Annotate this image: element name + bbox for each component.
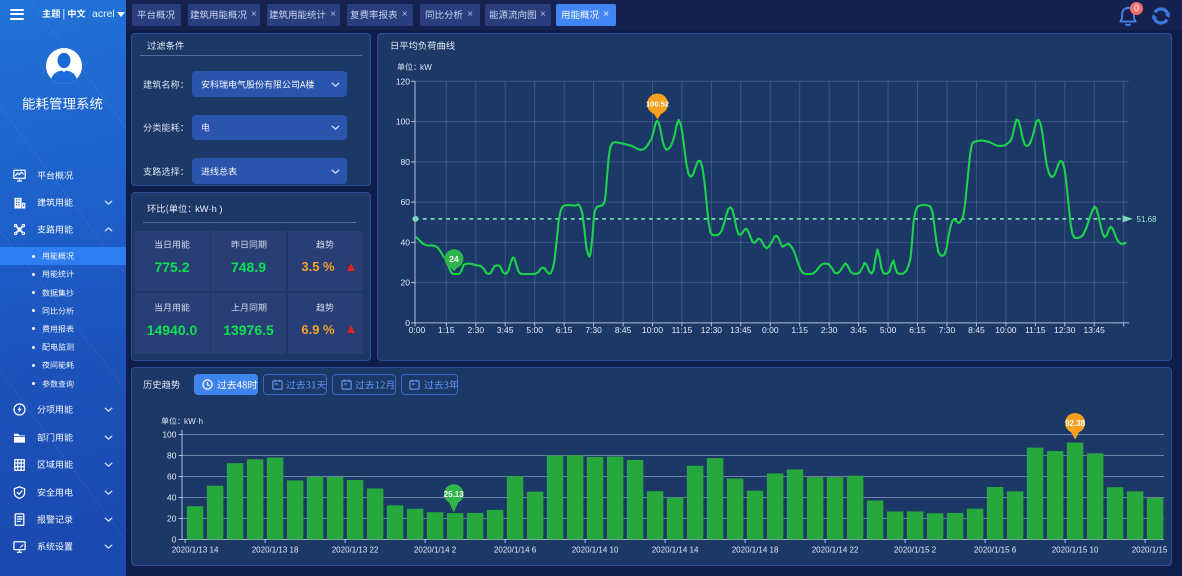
svg-text:2020/1/15 2: 2020/1/15 2 xyxy=(893,546,936,555)
svg-text:5:00: 5:00 xyxy=(526,325,543,335)
svg-text:2020/1/14 10: 2020/1/14 10 xyxy=(571,546,618,555)
svg-text:2020/1/15: 2020/1/15 xyxy=(1131,546,1167,555)
svg-text:20: 20 xyxy=(167,514,177,524)
svg-text:100: 100 xyxy=(162,430,176,440)
svg-text:2020/1/13 22: 2020/1/13 22 xyxy=(331,546,378,555)
svg-text:120: 120 xyxy=(395,76,409,86)
svg-text:100: 100 xyxy=(395,117,409,127)
svg-text:0:00: 0:00 xyxy=(408,325,425,335)
svg-text:2020/1/14 2: 2020/1/14 2 xyxy=(413,546,456,555)
svg-text:2020/1/15 10: 2020/1/15 10 xyxy=(1051,546,1098,555)
svg-text:10:00: 10:00 xyxy=(641,325,663,335)
svg-text:24: 24 xyxy=(449,254,459,264)
svg-text:13:45: 13:45 xyxy=(1083,325,1105,335)
svg-text:0: 0 xyxy=(171,535,176,545)
svg-text:25.13: 25.13 xyxy=(443,490,464,499)
svg-text:1:15: 1:15 xyxy=(438,325,455,335)
svg-text:80: 80 xyxy=(167,451,177,461)
svg-text:8:45: 8:45 xyxy=(614,325,631,335)
svg-text:12:30: 12:30 xyxy=(700,325,722,335)
svg-text:0:00: 0:00 xyxy=(762,325,779,335)
svg-text:6:15: 6:15 xyxy=(555,325,572,335)
svg-text:13:45: 13:45 xyxy=(730,325,752,335)
svg-text:12:30: 12:30 xyxy=(1054,325,1076,335)
svg-text:2:30: 2:30 xyxy=(467,325,484,335)
svg-text:2:30: 2:30 xyxy=(820,325,837,335)
svg-text:80: 80 xyxy=(400,157,410,167)
svg-text:6:15: 6:15 xyxy=(909,325,926,335)
svg-text:5:00: 5:00 xyxy=(879,325,896,335)
svg-text:2020/1/13 14: 2020/1/13 14 xyxy=(171,546,218,555)
svg-text:2020/1/14 18: 2020/1/14 18 xyxy=(731,546,778,555)
svg-text:2020/1/14 14: 2020/1/14 14 xyxy=(651,546,698,555)
svg-text:92.38: 92.38 xyxy=(1065,419,1086,428)
svg-text:2020/1/14 6: 2020/1/14 6 xyxy=(493,546,536,555)
svg-text:8:45: 8:45 xyxy=(968,325,985,335)
svg-text:3:45: 3:45 xyxy=(496,325,513,335)
svg-text:3:45: 3:45 xyxy=(850,325,867,335)
svg-text:20: 20 xyxy=(400,278,410,288)
svg-text:2020/1/13 18: 2020/1/13 18 xyxy=(251,546,298,555)
svg-text:7:30: 7:30 xyxy=(585,325,602,335)
svg-text:40: 40 xyxy=(167,493,177,503)
svg-text:40: 40 xyxy=(400,237,410,247)
svg-text:2020/1/15 6: 2020/1/15 6 xyxy=(973,546,1016,555)
svg-text:60: 60 xyxy=(400,197,410,207)
svg-text:7:30: 7:30 xyxy=(938,325,955,335)
svg-text:11:15: 11:15 xyxy=(1024,325,1045,335)
svg-text:60: 60 xyxy=(167,472,177,482)
svg-text:10:00: 10:00 xyxy=(995,325,1017,335)
svg-text:2020/1/14 22: 2020/1/14 22 xyxy=(811,546,858,555)
svg-text:100.52: 100.52 xyxy=(646,100,669,109)
svg-text:1:15: 1:15 xyxy=(791,325,808,335)
svg-text:11:15: 11:15 xyxy=(671,325,692,335)
svg-text:51.68: 51.68 xyxy=(1136,215,1157,224)
